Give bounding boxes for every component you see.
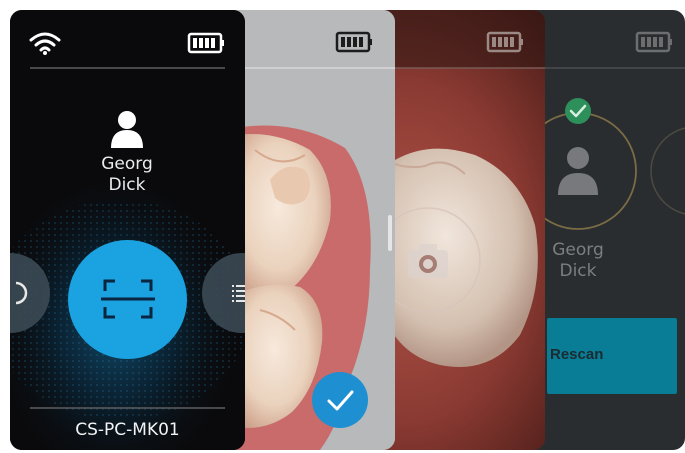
partial-ring [650,127,685,215]
wifi-icon [29,32,61,55]
rescan-label: Rescan [550,346,604,363]
list-icon [232,285,245,302]
scan-button[interactable] [68,240,187,359]
patient-name[interactable]: Georg Dick [77,154,177,196]
check-icon [327,390,354,411]
user-icon [111,111,143,148]
patient-last-name: Dick [108,175,146,195]
patient-first-name: Georg [101,154,153,174]
check-badge-icon [565,98,591,124]
battery-icon [635,31,672,53]
rescan-button[interactable]: Rescan [547,318,677,394]
refresh-icon [15,281,28,305]
battery-icon [187,32,224,54]
device-id: CS-PC-MK01 [75,420,180,440]
user-icon [558,147,598,195]
scan-icon [101,279,155,319]
home-screen: Georg Dick CS-PC-MK01 [10,10,245,450]
confirm-button[interactable] [312,372,368,428]
